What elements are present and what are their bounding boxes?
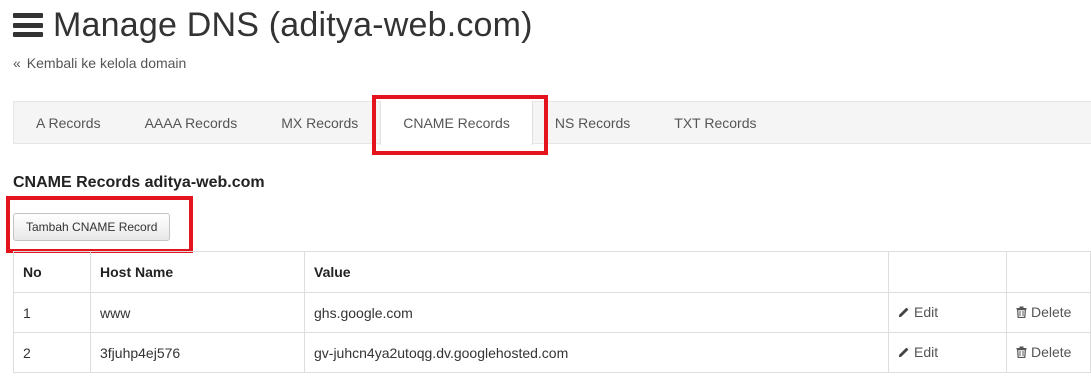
cell-value: ghs.google.com <box>304 292 889 333</box>
cell-host-name: www <box>90 292 305 333</box>
header-host-name: Host Name <box>90 251 305 293</box>
trash-icon <box>1016 346 1027 358</box>
back-link-label: Kembali ke kelola domain <box>26 55 187 71</box>
pencil-icon <box>899 347 909 357</box>
cname-records-table: No Host Name Value 1 www ghs.google.com … <box>13 251 1091 373</box>
add-cname-record-button[interactable]: Tambah CNAME Record <box>13 213 171 241</box>
tab-ns-records[interactable]: NS Records <box>533 102 652 143</box>
edit-button[interactable]: Edit <box>898 304 938 320</box>
header-value: Value <box>304 251 889 293</box>
tab-cname-records[interactable]: CNAME Records <box>380 101 533 145</box>
table-row: 1 www ghs.google.com Edit Delete <box>13 292 1091 333</box>
edit-label: Edit <box>914 304 939 320</box>
tab-txt-records[interactable]: TXT Records <box>652 102 778 143</box>
tab-aaaa-records[interactable]: AAAA Records <box>123 102 260 143</box>
delete-label: Delete <box>1031 304 1072 320</box>
delete-label: Delete <box>1031 344 1072 360</box>
trash-icon <box>1016 306 1027 318</box>
edit-button[interactable]: Edit <box>898 344 938 360</box>
cell-no: 2 <box>13 332 91 373</box>
header-delete <box>1006 251 1091 293</box>
hamburger-menu-icon[interactable] <box>13 13 43 37</box>
tab-a-records[interactable]: A Records <box>14 102 123 143</box>
delete-button[interactable]: Delete <box>1016 344 1071 360</box>
section-title: CNAME Records aditya-web.com <box>13 174 265 191</box>
table-header-row: No Host Name Value <box>13 251 1091 293</box>
header: Manage DNS (aditya-web.com) <box>13 3 533 47</box>
back-to-domain-link[interactable]: « Kembali ke kelola domain <box>13 55 186 71</box>
delete-button[interactable]: Delete <box>1016 304 1071 320</box>
cell-edit: Edit <box>888 292 1007 333</box>
record-type-tabs: A Records AAAA Records MX Records CNAME … <box>13 101 1091 145</box>
double-chevron-left-icon: « <box>13 55 21 71</box>
tab-mx-records[interactable]: MX Records <box>259 102 380 143</box>
manage-dns-page: Manage DNS (aditya-web.com) « Kembali ke … <box>0 0 1091 385</box>
page-title: Manage DNS (aditya-web.com) <box>53 5 533 44</box>
cell-no: 1 <box>13 292 91 333</box>
header-no: No <box>13 251 91 293</box>
edit-label: Edit <box>914 344 939 360</box>
table-row: 2 3fjuhp4ej576 gv-juhcn4ya2utoqg.dv.goog… <box>13 332 1091 373</box>
cell-value: gv-juhcn4ya2utoqg.dv.googlehosted.com <box>304 332 889 373</box>
header-edit <box>888 251 1007 293</box>
cell-delete: Delete <box>1006 332 1091 373</box>
cell-host-name: 3fjuhp4ej576 <box>90 332 305 373</box>
pencil-icon <box>899 307 909 317</box>
cell-edit: Edit <box>888 332 1007 373</box>
cell-delete: Delete <box>1006 292 1091 333</box>
